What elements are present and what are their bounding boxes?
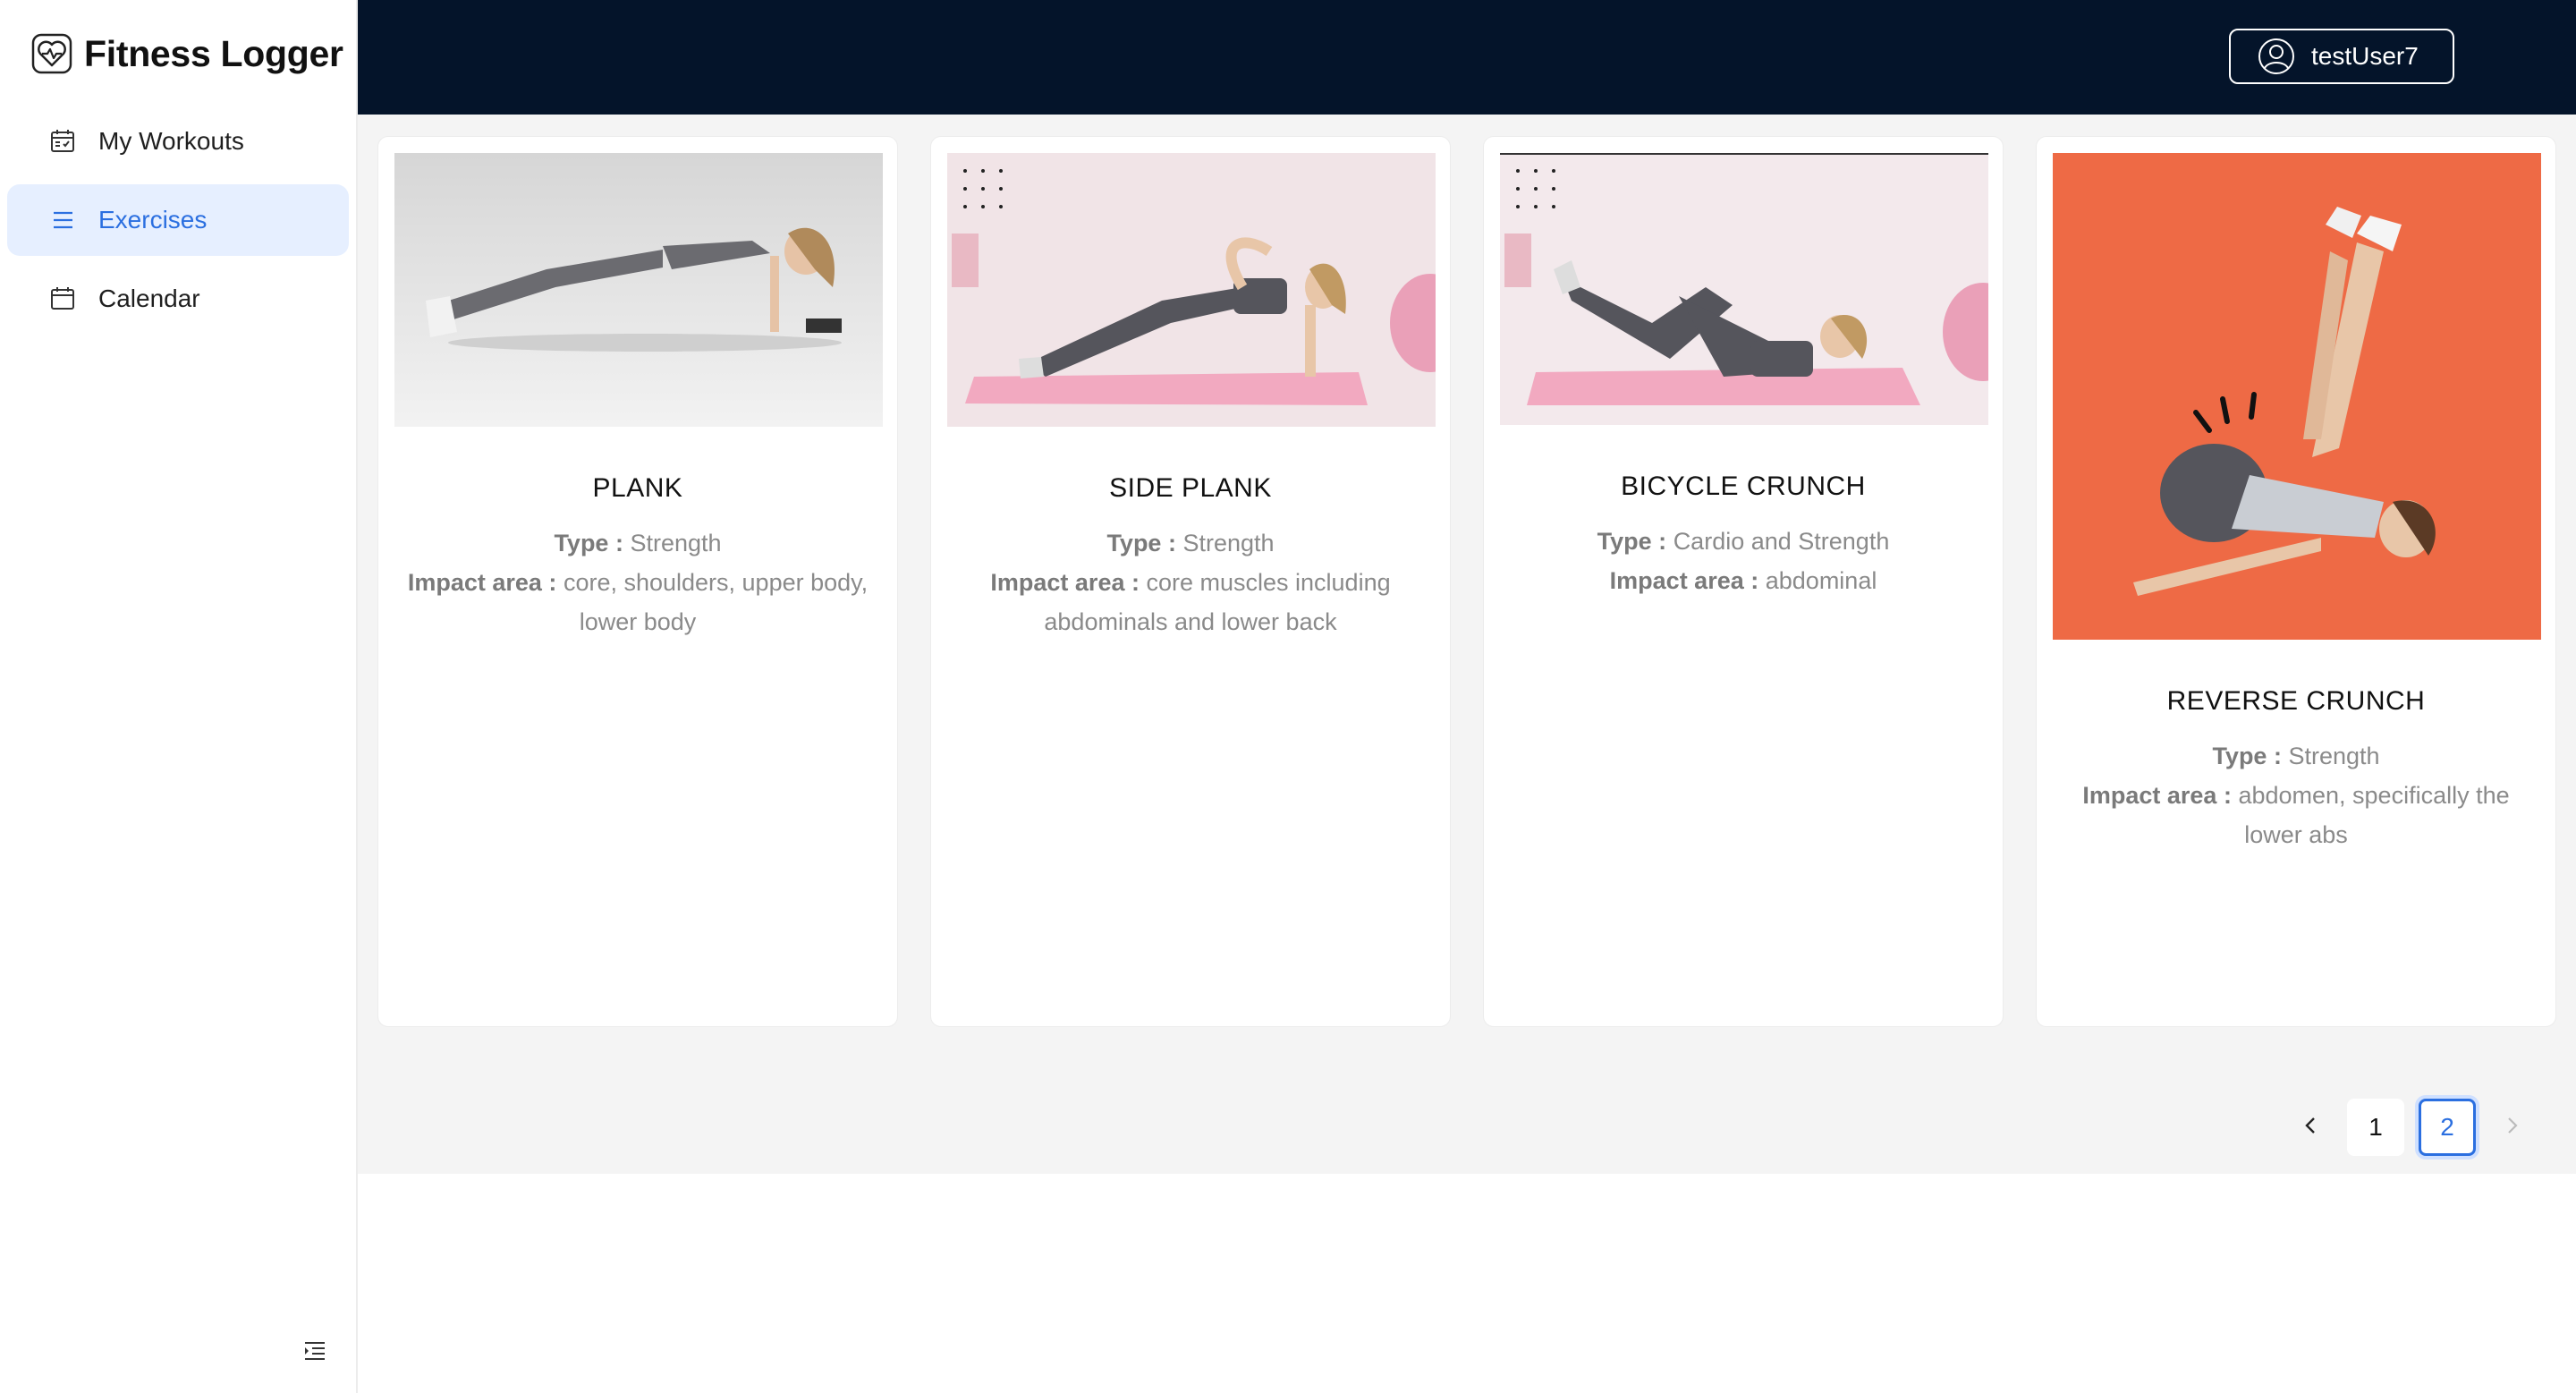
sidebar-item-exercises[interactable]: Exercises	[7, 184, 349, 256]
exercise-type: Strength	[1182, 530, 1275, 556]
sidebar-item-label: Calendar	[98, 285, 200, 312]
previous-page-button[interactable]	[2283, 1099, 2340, 1156]
sidebar-nav: My Workouts Exercises Calendar	[7, 106, 349, 342]
exercise-impact-area: abdominal	[1765, 567, 1877, 594]
exercise-details: Type : Strength Impact area : core, shou…	[407, 530, 869, 635]
exercise-type: Strength	[2288, 743, 2380, 769]
exercise-name: SIDE PLANK	[1109, 473, 1272, 503]
next-page-button[interactable]	[2483, 1099, 2540, 1156]
exercise-details: Type : Strength Impact area : abdomen, s…	[2082, 743, 2510, 848]
heart-pulse-icon	[30, 32, 73, 75]
exercise-card-reverse-crunch[interactable]: REVERSE CRUNCH Type : Strength Impact ar…	[2036, 136, 2556, 1027]
sidebar-item-my-workouts[interactable]: My Workouts	[7, 106, 349, 177]
exercise-card-bicycle-crunch[interactable]: BICYCLE CRUNCH Type : Cardio and Strengt…	[1483, 136, 2004, 1027]
username: testUser7	[2311, 42, 2419, 70]
sidebar: Fitness Logger My Workouts Exercises Cal…	[0, 0, 358, 1393]
exercise-image	[394, 153, 883, 427]
page-2-button[interactable]: 2	[2419, 1099, 2476, 1156]
sidebar-item-label: Exercises	[98, 206, 208, 234]
exercise-type: Cardio and Strength	[1673, 528, 1890, 555]
app-logo[interactable]: Fitness Logger	[30, 27, 343, 81]
chevron-left-icon	[2301, 1116, 2321, 1140]
exercise-type: Strength	[630, 530, 722, 556]
chevron-right-icon	[2502, 1116, 2521, 1140]
exercise-name: REVERSE CRUNCH	[2166, 686, 2426, 716]
sidebar-item-label: My Workouts	[98, 127, 244, 155]
exercise-details: Type : Strength Impact area : core muscl…	[990, 530, 1391, 635]
user-menu-button[interactable]: testUser7	[2229, 29, 2454, 84]
exercise-list: PLANK Type : Strength Impact area : core…	[358, 115, 2576, 1174]
sidebar-item-calendar[interactable]: Calendar	[7, 263, 349, 335]
exercise-image	[1500, 153, 1988, 425]
user-icon	[2258, 38, 2295, 75]
exercise-card-side-plank[interactable]: SIDE PLANK Type : Strength Impact area :…	[930, 136, 1451, 1027]
exercise-image	[947, 153, 1436, 427]
top-header: testUser7	[358, 0, 2576, 115]
app-title: Fitness Logger	[84, 32, 343, 74]
exercise-card-plank[interactable]: PLANK Type : Strength Impact area : core…	[377, 136, 898, 1027]
exercise-impact-area: abdomen, specifically the lower abs	[2238, 782, 2510, 848]
pagination: 1 2	[2283, 1099, 2540, 1156]
collapse-sidebar-icon[interactable]	[301, 1337, 329, 1365]
calendar-icon	[48, 285, 77, 313]
calendar-check-icon	[48, 127, 77, 156]
exercise-impact-area: core, shoulders, upper body, lower body	[563, 569, 869, 635]
list-icon	[48, 206, 77, 234]
exercise-details: Type : Cardio and Strength Impact area :…	[1597, 528, 1890, 594]
exercise-name: PLANK	[592, 473, 683, 503]
page-1-button[interactable]: 1	[2347, 1099, 2404, 1156]
exercise-image	[2053, 153, 2541, 640]
exercise-name: BICYCLE CRUNCH	[1621, 471, 1866, 501]
